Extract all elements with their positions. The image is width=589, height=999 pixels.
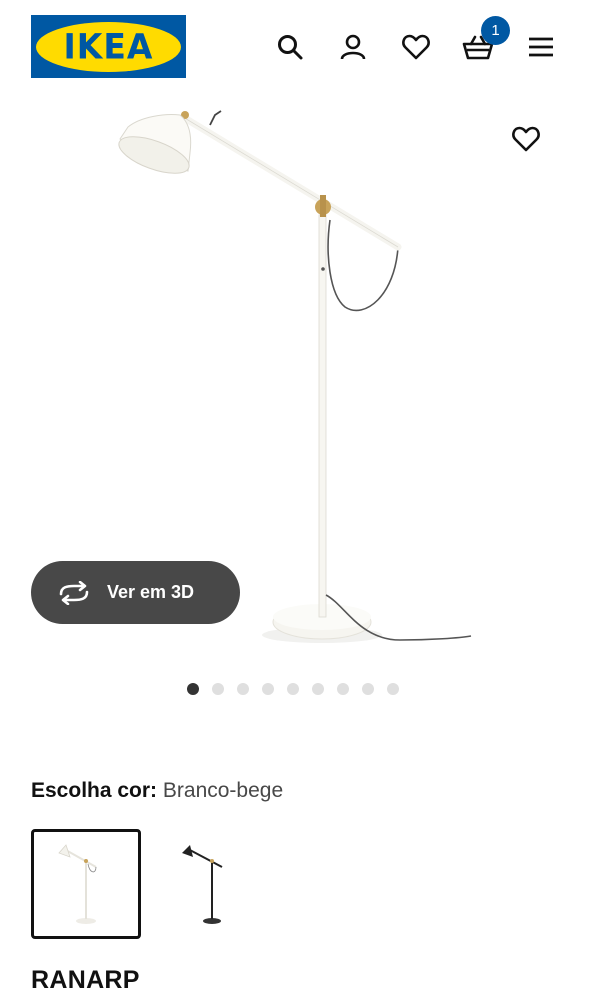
view-3d-button[interactable]: Ver em 3D	[31, 561, 240, 624]
logo-oval: IKEA	[36, 21, 181, 72]
carousel-dot[interactable]	[362, 683, 374, 695]
product-name: RANARP	[31, 966, 140, 994]
color-choice-row: Escolha cor: Branco-bege	[31, 779, 283, 803]
carousel-dot[interactable]	[337, 683, 349, 695]
favorites-icon[interactable]	[396, 27, 436, 67]
white-lamp-thumbnail	[58, 844, 97, 924]
top-header: IKEA 1	[0, 0, 589, 95]
carousel-dot[interactable]	[212, 683, 224, 695]
logo-text: IKEA	[63, 26, 154, 67]
color-swatch-white[interactable]	[31, 829, 141, 939]
favorite-product-icon[interactable]	[506, 119, 546, 159]
account-icon[interactable]	[333, 27, 373, 67]
image-carousel-dots	[187, 683, 399, 695]
color-swatch-black[interactable]	[151, 829, 261, 939]
ikea-logo[interactable]: IKEA	[31, 15, 186, 78]
carousel-dot[interactable]	[312, 683, 324, 695]
view-3d-label: Ver em 3D	[107, 582, 195, 602]
color-choice-label: Escolha cor:	[31, 779, 158, 802]
carousel-dot[interactable]	[187, 683, 199, 695]
rotate-3d-icon	[57, 579, 93, 607]
menu-icon[interactable]	[521, 27, 561, 67]
carousel-dot[interactable]	[237, 683, 249, 695]
color-choice-value: Branco-bege	[162, 779, 284, 802]
black-lamp-thumbnail	[182, 845, 223, 924]
cart-count-badge: 1	[481, 16, 510, 45]
search-icon[interactable]	[270, 27, 310, 67]
carousel-dot[interactable]	[387, 683, 399, 695]
carousel-dot[interactable]	[287, 683, 299, 695]
carousel-dot[interactable]	[262, 683, 274, 695]
